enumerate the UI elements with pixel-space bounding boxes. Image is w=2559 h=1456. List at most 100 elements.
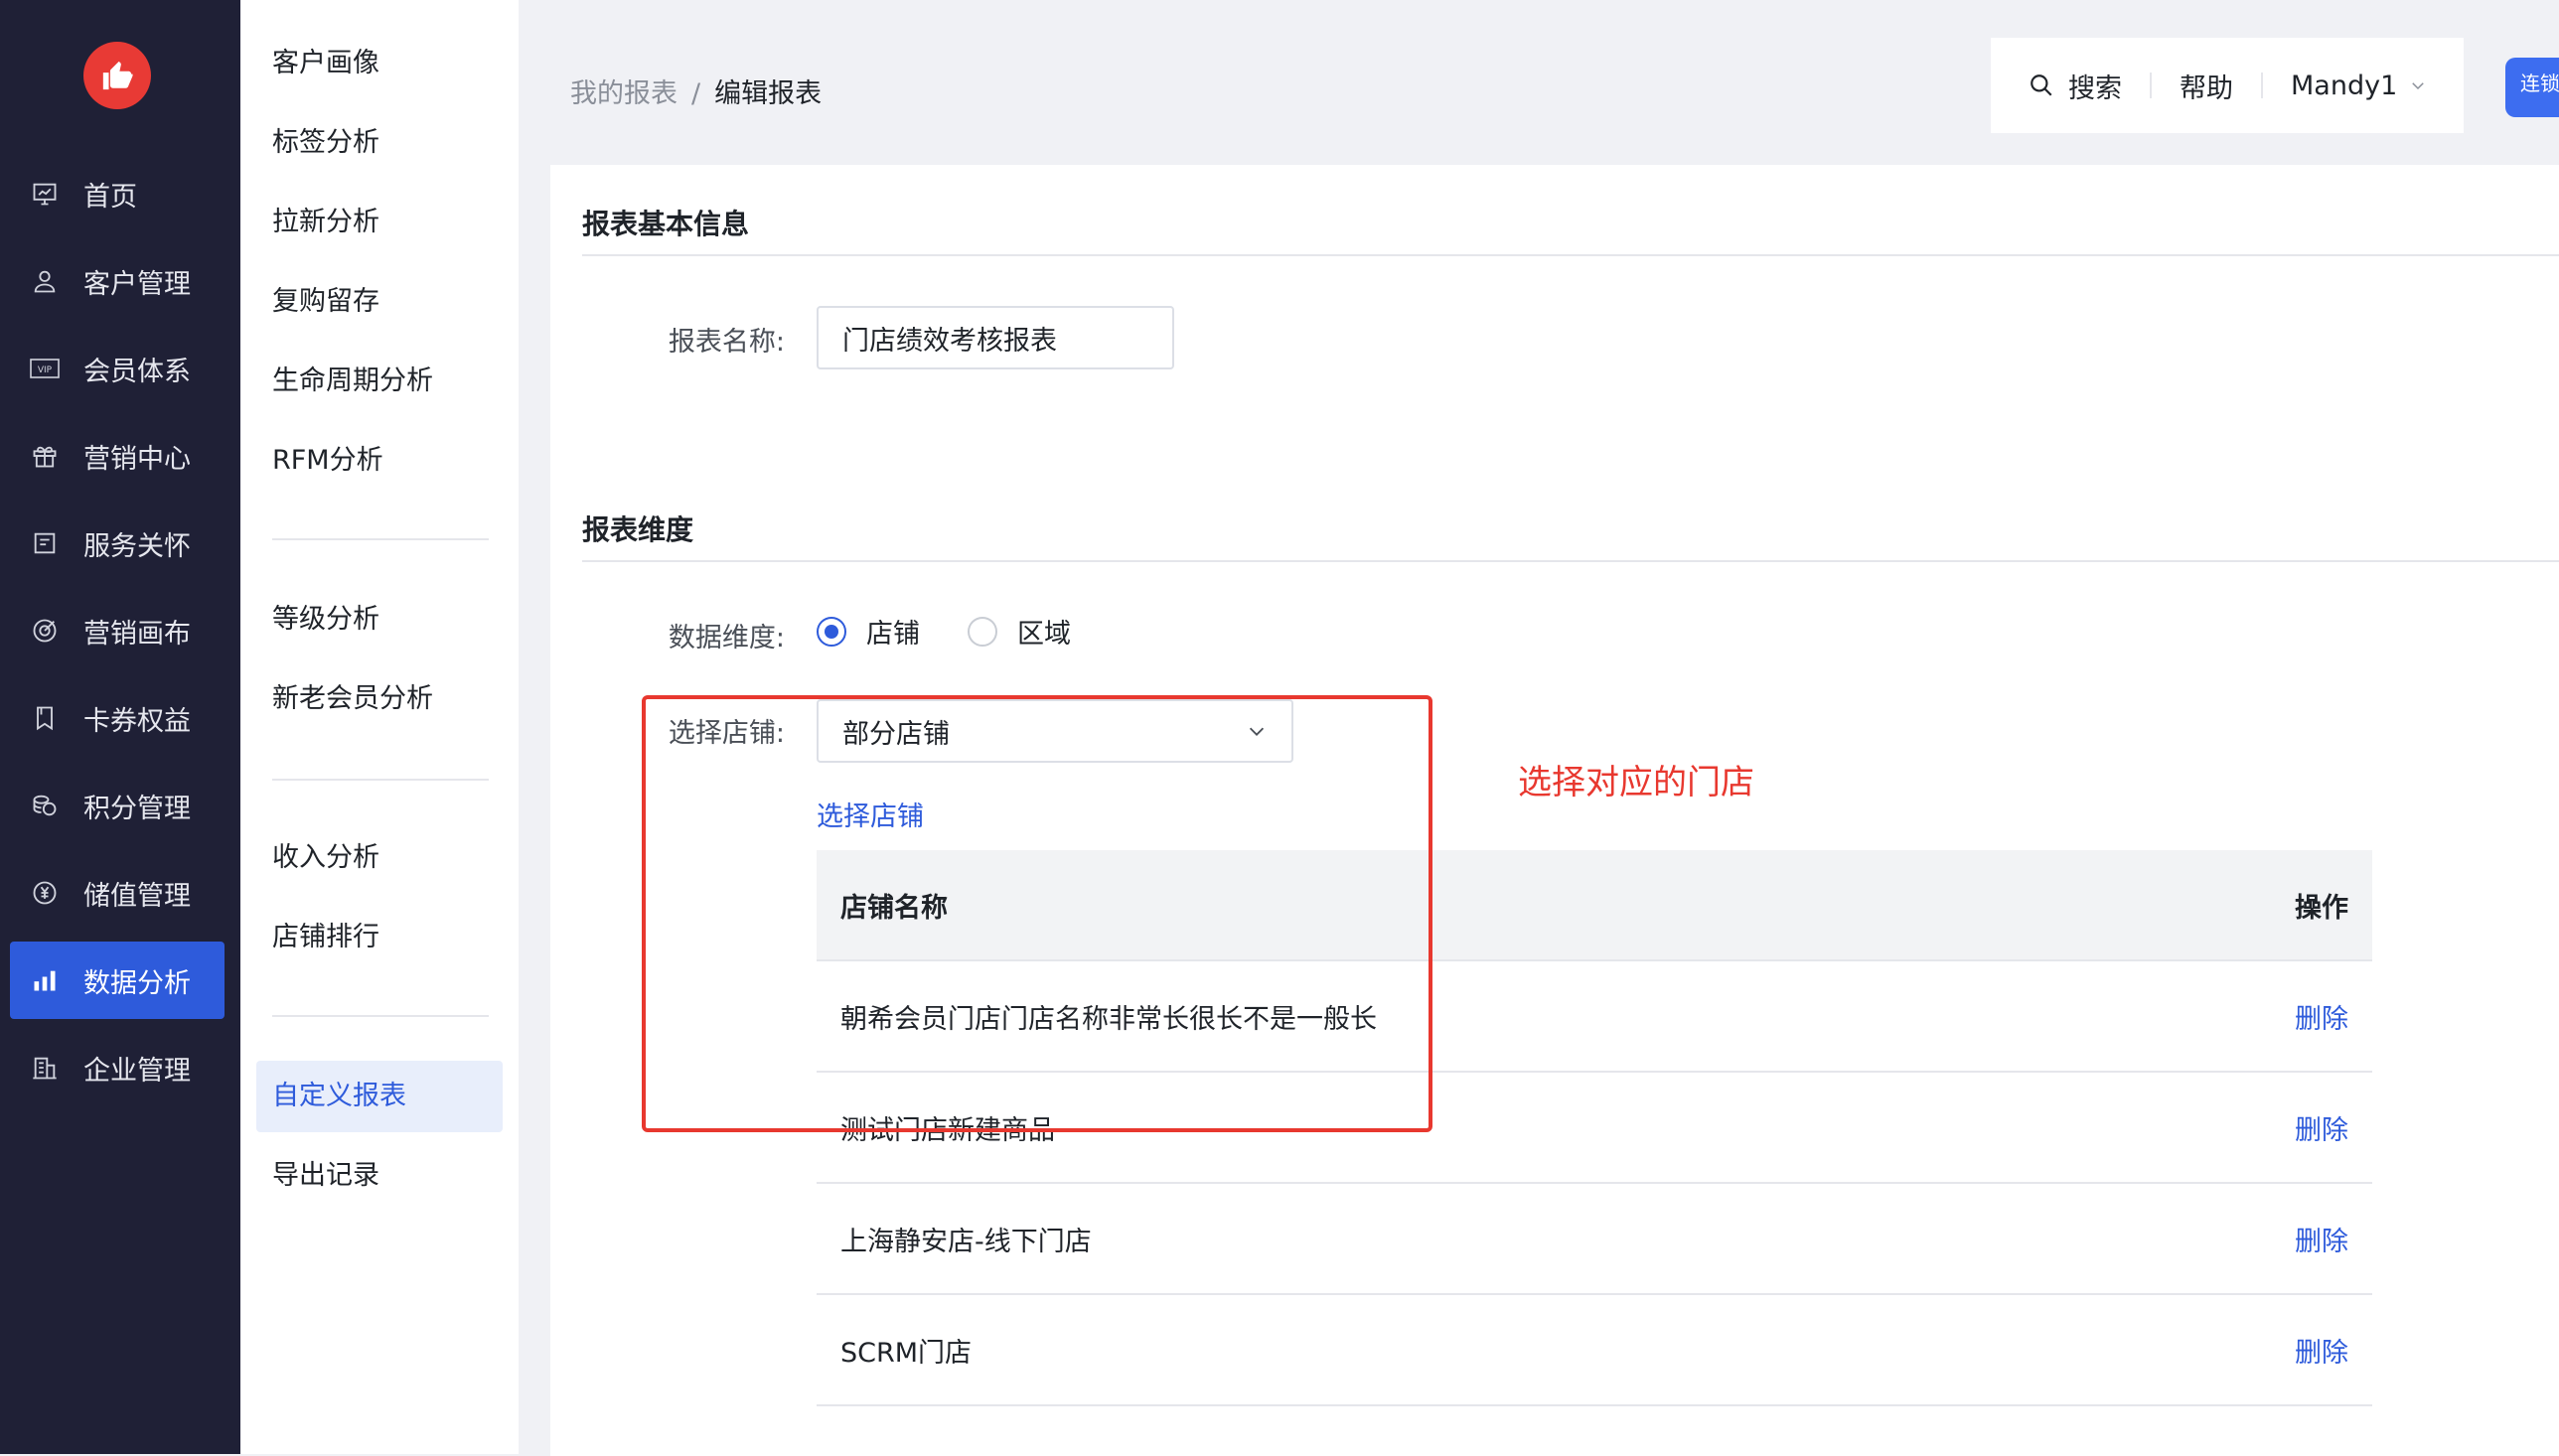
nav-item-customers[interactable]: 客户管理	[10, 242, 225, 320]
nav-item-label: 会员体系	[83, 356, 191, 387]
chain-store-app-icon[interactable]: 连锁	[2505, 58, 2559, 117]
store-scope-select[interactable]: 部分店铺	[817, 699, 1293, 763]
search-label: 搜索	[2068, 73, 2122, 104]
breadcrumb-current: 编辑报表	[714, 78, 823, 109]
store-select-label: 选择店铺:	[668, 718, 785, 749]
nav-item-label: 服务关怀	[83, 530, 191, 562]
header-operation: 操作	[2295, 892, 2348, 924]
radio-store-label: 店铺	[866, 619, 920, 650]
delete-link[interactable]: 删除	[2233, 997, 2372, 1036]
submenu-item-rfm[interactable]: RFM分析	[272, 441, 383, 481]
nav-item-stored-value[interactable]: 储值管理	[10, 854, 225, 932]
store-table: 店铺名称 操作 朝希会员门店门店名称非常长很长不是一般长 删除 测试门店新建商品…	[817, 850, 2372, 1406]
topbar-divider	[2150, 73, 2152, 98]
submenu-item-lifecycle[interactable]: 生命周期分析	[272, 362, 433, 401]
select-store-link[interactable]: 选择店铺	[817, 795, 924, 833]
building-icon	[28, 1051, 62, 1085]
submenu-item-level-analysis[interactable]: 等级分析	[272, 600, 379, 640]
nav-item-membership[interactable]: VIP 会员体系	[10, 330, 225, 407]
table-row: 朝希会员门店门店名称非常长很长不是一般长 删除	[817, 961, 2372, 1073]
breadcrumb: 我的报表 / 编辑报表	[570, 72, 822, 110]
nav-item-label: 卡券权益	[83, 705, 191, 737]
delete-link[interactable]: 删除	[2233, 1108, 2372, 1147]
radio-store[interactable]: 店铺	[817, 612, 920, 651]
nav-item-service[interactable]: 服务关怀	[10, 505, 225, 582]
logo-thumbs-up-icon[interactable]	[83, 42, 151, 109]
secondary-menu: 客户画像 标签分析 拉新分析 复购留存 生命周期分析 RFM分析 等级分析 新老…	[240, 0, 519, 1454]
store-name-cell: SCRM门店	[840, 1337, 973, 1369]
radio-region-label: 区域	[1017, 619, 1071, 650]
table-row: SCRM门店 删除	[817, 1295, 2372, 1406]
nav-item-points[interactable]: 积分管理	[10, 767, 225, 844]
svg-text:VIP: VIP	[38, 365, 53, 375]
nav-item-label: 首页	[83, 181, 137, 213]
chevron-down-icon	[1246, 720, 1268, 742]
nav-item-label: 积分管理	[83, 793, 191, 824]
help-label: 帮助	[2180, 73, 2233, 104]
report-name-label: 报表名称:	[668, 327, 785, 358]
report-name-input[interactable]: 门店绩效考核报表	[817, 306, 1174, 369]
delete-link[interactable]: 删除	[2233, 1331, 2372, 1370]
nav-item-label: 储值管理	[83, 880, 191, 912]
user-menu[interactable]: Mandy1	[2291, 71, 2427, 101]
nav-item-label: 客户管理	[83, 268, 191, 300]
top-bar: 搜索 帮助 Mandy1	[1991, 38, 2464, 133]
submenu-item-custom-report[interactable]: 自定义报表	[272, 1077, 406, 1116]
nav-item-label: 企业管理	[83, 1055, 191, 1087]
annotation-text: 选择对应的门店	[1518, 763, 1754, 802]
submenu-divider	[272, 779, 489, 781]
submenu-item-tag-analysis[interactable]: 标签分析	[272, 123, 379, 163]
help-button[interactable]: 帮助	[2180, 67, 2233, 105]
nav-item-enterprise[interactable]: 企业管理	[10, 1029, 225, 1106]
nav-item-canvas[interactable]: 营销画布	[10, 592, 225, 669]
store-name-cell: 上海静安店-线下门店	[840, 1226, 1092, 1257]
gift-icon	[28, 439, 62, 473]
nav-item-data-analysis[interactable]: 数据分析	[10, 942, 225, 1019]
topbar-divider	[2261, 73, 2263, 98]
delete-link[interactable]: 删除	[2233, 1220, 2372, 1258]
radio-dot-checked	[817, 616, 846, 647]
submenu-item-store-ranking[interactable]: 店铺排行	[272, 918, 379, 957]
submenu-item-acquisition[interactable]: 拉新分析	[272, 203, 379, 242]
app-badge-label: 连锁	[2520, 72, 2559, 95]
message-icon	[28, 526, 62, 560]
report-name-value: 门店绩效考核报表	[842, 325, 1057, 357]
chevron-down-icon	[2409, 76, 2427, 94]
submenu-item-retention[interactable]: 复购留存	[272, 282, 379, 322]
search-icon	[2029, 73, 2054, 98]
nav-item-label: 营销中心	[83, 443, 191, 475]
submenu-item-customer-profile[interactable]: 客户画像	[272, 44, 379, 83]
table-header: 店铺名称 操作	[817, 850, 2372, 961]
submenu-item-export-records[interactable]: 导出记录	[272, 1156, 379, 1196]
submenu-divider	[272, 538, 489, 540]
data-dimension-label: 数据维度:	[668, 623, 785, 654]
section-divider	[582, 560, 2559, 562]
breadcrumb-separator: /	[691, 78, 701, 109]
yen-icon	[28, 876, 62, 910]
section-title-basic-info: 报表基本信息	[582, 208, 750, 240]
section-title-dimension: 报表维度	[582, 513, 694, 546]
submenu-divider	[272, 1015, 489, 1017]
search-button[interactable]: 搜索	[2029, 67, 2122, 105]
radio-region[interactable]: 区域	[968, 612, 1071, 651]
section-divider	[582, 254, 2559, 256]
header-store-name: 店铺名称	[840, 892, 948, 924]
store-name-cell: 朝希会员门店门店名称非常长很长不是一般长	[840, 1003, 1377, 1035]
submenu-item-new-old-members[interactable]: 新老会员分析	[272, 679, 433, 719]
submenu-item-revenue[interactable]: 收入分析	[272, 838, 379, 878]
main-nav: 首页 客户管理 VIP 会员体系 营销中心 服务关怀 营销画布 卡券权益 积分管…	[0, 0, 240, 1454]
nav-item-home[interactable]: 首页	[10, 155, 225, 232]
user-icon	[28, 264, 62, 298]
vip-icon: VIP	[28, 352, 62, 385]
nav-item-label: 营销画布	[83, 618, 191, 650]
dashboard-icon	[28, 177, 62, 211]
nav-item-coupons[interactable]: 卡券权益	[10, 679, 225, 757]
bar-chart-icon	[28, 963, 62, 997]
radio-dot-unchecked	[968, 616, 997, 647]
store-scope-value: 部分店铺	[842, 718, 950, 750]
nav-item-marketing[interactable]: 营销中心	[10, 417, 225, 495]
breadcrumb-parent[interactable]: 我的报表	[570, 78, 677, 109]
username: Mandy1	[2291, 70, 2398, 101]
table-row: 上海静安店-线下门店 删除	[817, 1184, 2372, 1295]
table-row: 测试门店新建商品 删除	[817, 1073, 2372, 1184]
